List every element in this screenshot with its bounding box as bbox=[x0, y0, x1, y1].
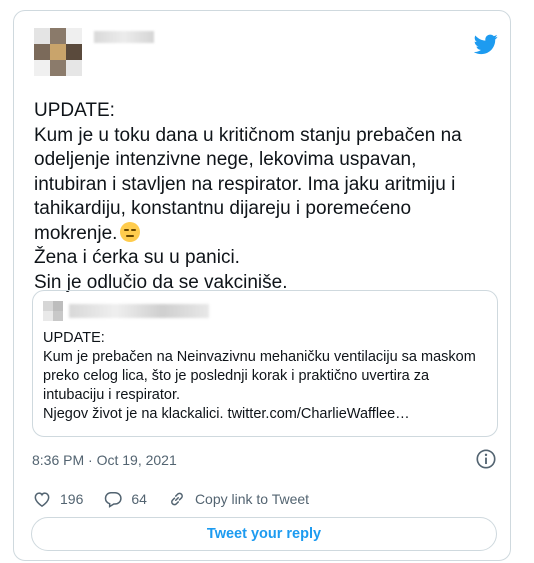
quote-line: Njegov život je na klackalici. twitter.c… bbox=[43, 406, 410, 422]
tweet-your-reply-button[interactable]: Tweet your reply bbox=[31, 517, 497, 551]
reply-count-button[interactable]: 64 bbox=[103, 489, 147, 509]
copy-link-label: Copy link to Tweet bbox=[194, 491, 310, 507]
info-icon[interactable] bbox=[475, 448, 497, 470]
tweet-line: Kum je u toku dana u kritičnom stanju pr… bbox=[34, 124, 462, 146]
heart-icon bbox=[34, 492, 50, 507]
tweet-line: intubiran i stavljen na respirator. Ima … bbox=[34, 173, 456, 195]
quoted-tweet-text: UPDATE: Kum je prebačen na Neinvazivnu m… bbox=[43, 329, 491, 424]
tweet-line: tahikardiju, konstantnu dijareju i porem… bbox=[34, 198, 412, 219]
reply-icon bbox=[105, 492, 123, 508]
link-icon bbox=[171, 492, 183, 506]
tweet-line: Žena i ćerka su u panici. bbox=[34, 247, 240, 268]
tweet-line: UPDATE: bbox=[34, 100, 115, 121]
quoted-tweet[interactable]: UPDATE: Kum je prebačen na Neinvazivnu m… bbox=[32, 290, 498, 437]
quote-line: preko celog lica, što je poslednji korak… bbox=[43, 368, 430, 384]
quote-line: intubaciju i respirator. bbox=[43, 387, 181, 403]
like-button[interactable]: 196 bbox=[32, 489, 83, 509]
tweet-card: UPDATE: Kum je u toku dana u kritičnom s… bbox=[13, 10, 511, 561]
tweet-line: mokrenje. bbox=[34, 222, 118, 244]
reply-count: 64 bbox=[131, 491, 147, 507]
tweet-line: odeljenje intenzivne nege, lekovima uspa… bbox=[34, 149, 417, 170]
quote-line: Kum je prebačen na Neinvazivnu mehaničku… bbox=[43, 349, 476, 365]
quoted-avatar bbox=[43, 301, 63, 321]
twitter-bird-icon[interactable] bbox=[474, 32, 498, 56]
tweet-text: UPDATE: Kum je u toku dana u kritičnom s… bbox=[34, 99, 504, 295]
pensive-face-icon bbox=[120, 221, 141, 242]
like-count: 196 bbox=[60, 491, 84, 507]
copy-link-button[interactable]: Copy link to Tweet bbox=[167, 489, 309, 509]
action-bar: 196 64 Copy link to Tweet bbox=[32, 487, 329, 511]
author-name-blurred[interactable] bbox=[94, 31, 154, 43]
avatar[interactable] bbox=[34, 28, 82, 76]
tweet-timestamp[interactable]: 8:36 PM · Oct 19, 2021 bbox=[32, 452, 177, 468]
quoted-author-name-blurred bbox=[69, 304, 209, 318]
quote-line: UPDATE: bbox=[43, 330, 105, 346]
